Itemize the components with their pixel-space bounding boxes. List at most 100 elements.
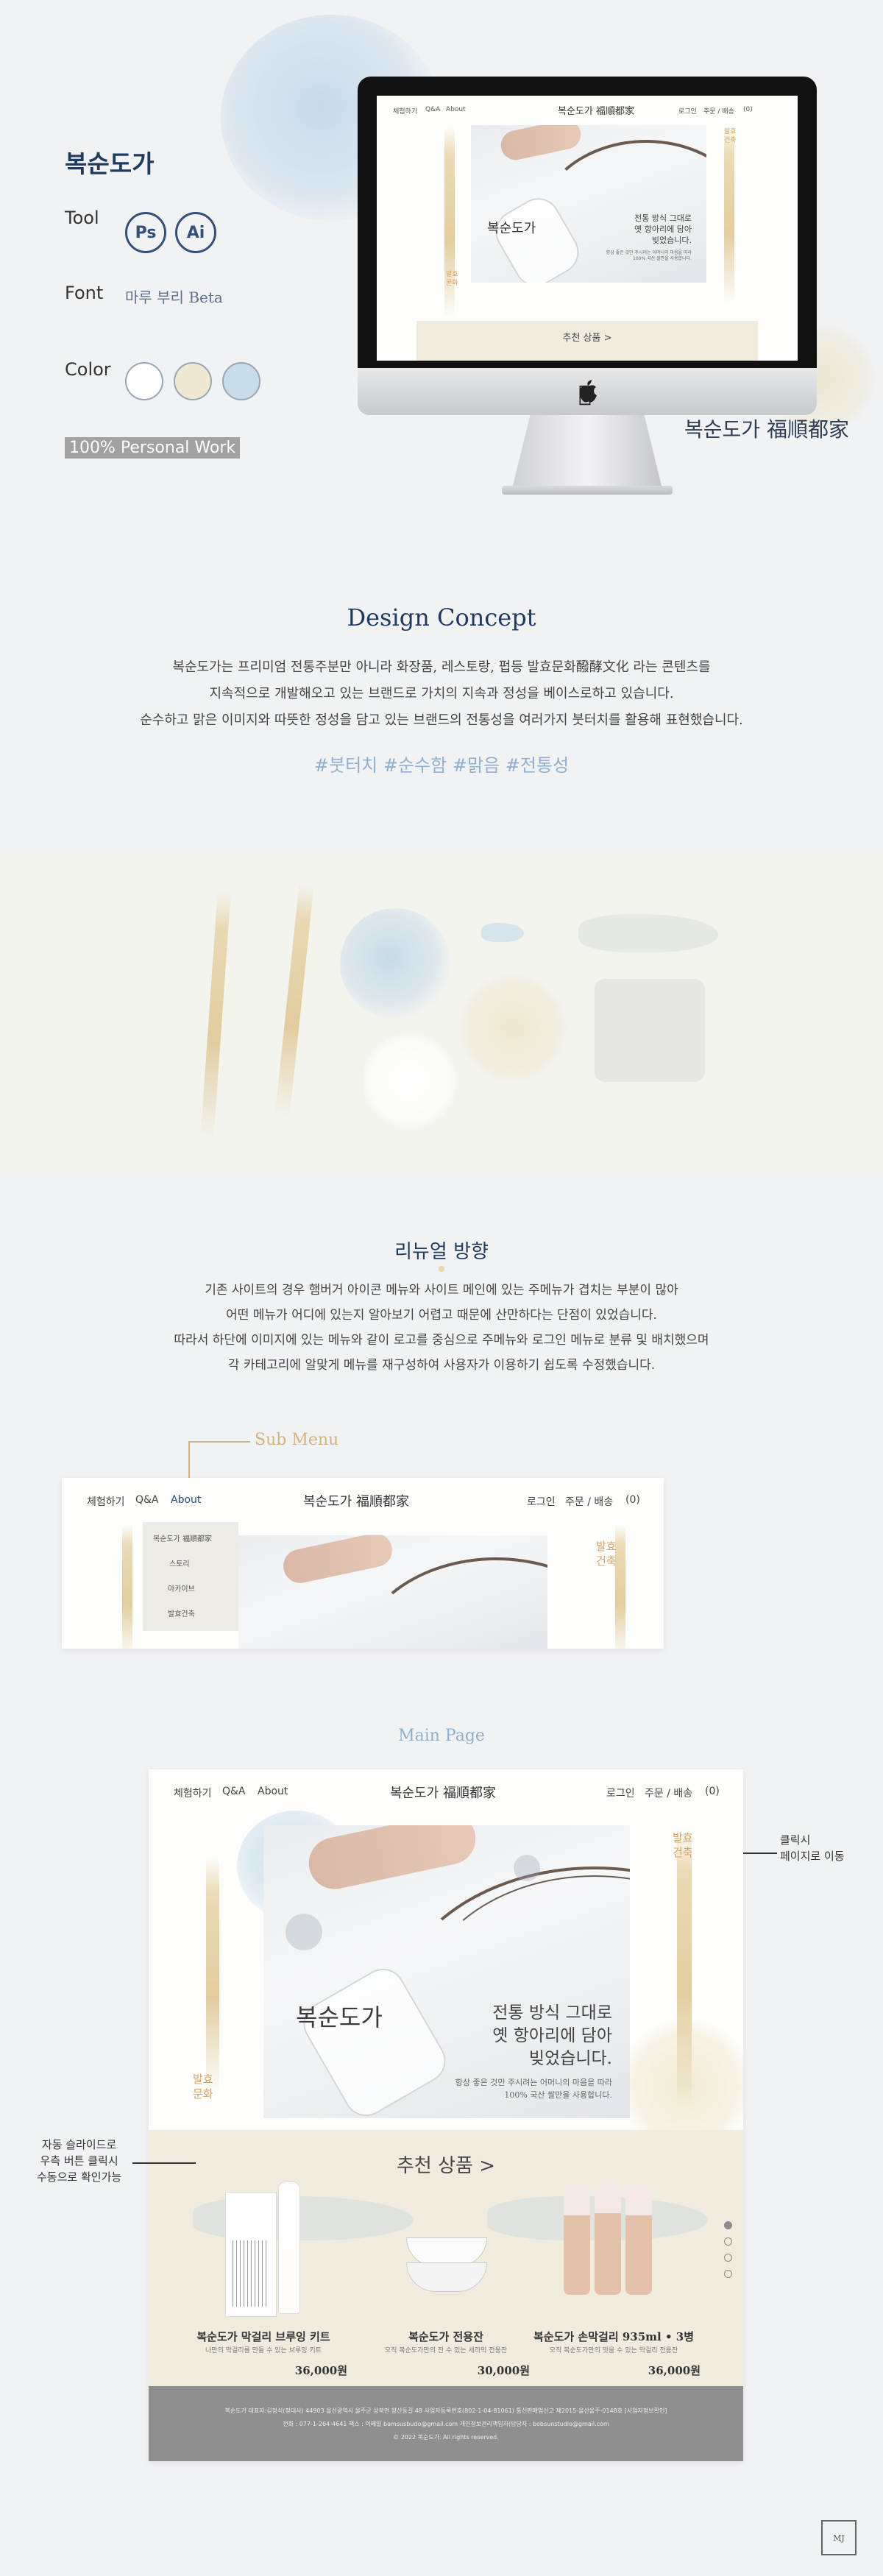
main-brand-logo[interactable]: 복순도가 福順都家 bbox=[390, 1783, 496, 1802]
imac-rec-button[interactable]: 추천 상품 > bbox=[416, 330, 758, 344]
texture-gray-stroke bbox=[578, 914, 718, 952]
imac-screen: 체험하기 Q&A About 복순도가 福順都家 로그인 주문 / 배송 (0)… bbox=[377, 96, 798, 361]
submenu-pour-stream bbox=[356, 1557, 547, 1649]
submenu-hero-arm bbox=[280, 1535, 396, 1587]
color-swatch-blue bbox=[222, 362, 260, 400]
product-3-bottle-image-1[interactable] bbox=[564, 2184, 590, 2295]
imac-nav-order[interactable]: 주문 / 배송 bbox=[703, 106, 734, 116]
product-1-price: 36,000원 bbox=[294, 2364, 347, 2377]
main-splash-2 bbox=[514, 1855, 540, 1881]
imac-nav-experience[interactable]: 체험하기 bbox=[393, 106, 417, 116]
product-1-desc: 나만의 막걸리를 만들 수 있는 브루잉 키트 bbox=[205, 2347, 322, 2354]
slider-dot-3[interactable] bbox=[724, 2254, 732, 2262]
imac-hero-small: 향상 좋은 것만 주시려는 어머니의 마음을 따라 100% 국산 쌀만을 사용… bbox=[606, 250, 692, 262]
main-vert-left[interactable]: 발효 문화 bbox=[193, 2073, 213, 2101]
main-nav-qna[interactable]: Q&A bbox=[222, 1786, 246, 1797]
submenu-brush-right bbox=[615, 1525, 625, 1649]
footer-copyright: © 2022 복순도가. All rights reserved. bbox=[393, 2434, 499, 2441]
dropdown-item-story[interactable]: 스토리 bbox=[169, 1557, 190, 1568]
dropdown-item-brand[interactable]: 복순도가 福順都家 bbox=[153, 1532, 212, 1543]
imac-vert-right[interactable]: 발효 건축 bbox=[724, 128, 737, 145]
renewal-line-3: 따라서 하단에 이미지에 있는 메뉴와 같이 로고를 중심으로 주메뉴와 로그인… bbox=[174, 1333, 709, 1348]
texture-band bbox=[0, 849, 883, 1173]
main-brush-right bbox=[677, 1828, 692, 2108]
submenu-mockup: 체험하기 Q&A About 복순도가 福順都家 로그인 주문 / 배송 (0)… bbox=[62, 1478, 664, 1649]
product-1-bottle-image bbox=[278, 2182, 300, 2314]
submenu-nav-qna[interactable]: Q&A bbox=[135, 1494, 159, 1506]
apple-logo-shape-icon bbox=[579, 380, 597, 403]
slider-dot-4[interactable] bbox=[724, 2270, 732, 2278]
tool-label: Tool bbox=[65, 208, 99, 228]
designer-stamp-logo: MJ bbox=[821, 2520, 857, 2555]
concept-hashtags: #붓터치 #순수함 #맑음 #전통성 bbox=[313, 755, 570, 776]
main-page-label: Main Page bbox=[398, 1727, 485, 1745]
product-3-bottle-image-2 bbox=[595, 2182, 621, 2295]
concept-line-3: 순수하고 맑은 이미지와 따뜻한 정성을 담고 있는 브랜드의 전통성을 여러가… bbox=[140, 712, 743, 728]
main-nav-experience[interactable]: 체험하기 bbox=[174, 1786, 212, 1800]
site-footer: 복순도가 대표자:김정식(정대사) 44903 울산광역시 울주군 상북면 향산… bbox=[149, 2386, 743, 2461]
texture-watercolor-white bbox=[362, 1033, 458, 1129]
submenu-callout-h bbox=[188, 1441, 250, 1443]
main-nav-about[interactable]: About bbox=[258, 1786, 288, 1797]
main-nav-login[interactable]: 로그인 bbox=[606, 1786, 635, 1800]
submenu-brand-logo[interactable]: 복순도가 福順都家 bbox=[303, 1491, 409, 1510]
concept-line-1: 복순도가는 프리미엄 전통주분만 아니라 화장품, 레스토랑, 펍등 발효문화醱… bbox=[172, 659, 711, 675]
imac-nav-qna[interactable]: Q&A bbox=[425, 106, 440, 113]
texture-brush-2 bbox=[274, 882, 314, 1119]
product-2-price: 30,000원 bbox=[477, 2364, 530, 2377]
product-3-bottle-image-3 bbox=[625, 2184, 652, 2295]
main-brush-left bbox=[206, 1858, 219, 2093]
dropdown-item-archive[interactable]: 아카이브 bbox=[168, 1582, 195, 1593]
color-swatch-beige bbox=[174, 362, 212, 400]
texture-watercolor-blue bbox=[340, 908, 450, 1019]
renewal-line-1: 기존 사이트의 경우 햄버거 아이콘 메뉴와 사이트 메인에 있는 주메뉴가 겹… bbox=[205, 1283, 678, 1298]
submenu-nav-cart[interactable]: (0) bbox=[625, 1494, 640, 1506]
imac-brand-logo[interactable]: 복순도가 福順都家 bbox=[558, 103, 634, 117]
main-nav-order[interactable]: 주문 / 배송 bbox=[645, 1786, 692, 1800]
imac-nav-cart[interactable]: (0) bbox=[743, 106, 753, 113]
submenu-nav-order[interactable]: 주문 / 배송 bbox=[565, 1494, 613, 1509]
imac-vert-left[interactable]: 발효 문화 bbox=[446, 271, 458, 288]
product-2-cup-image-bottom bbox=[406, 2262, 487, 2292]
font-label: Font bbox=[65, 283, 104, 303]
imac-nav-about[interactable]: About bbox=[446, 106, 466, 113]
click-annotation-line bbox=[743, 1853, 777, 1854]
recommended-title[interactable]: 추천 상품 > bbox=[149, 2151, 743, 2178]
concept-line-2: 지속적으로 개발해오고 있는 브랜드로 가치의 지속과 정성을 베이스로하고 있… bbox=[209, 686, 674, 701]
submenu-label: Sub Menu bbox=[255, 1431, 339, 1449]
slide-annotation: 자동 슬라이드로 우측 버튼 클릭시 수동으로 확인가능 bbox=[37, 2138, 122, 2184]
photoshop-icon: Ps bbox=[125, 212, 166, 253]
product-2-desc: 오직 복순도가만의 잔 수 있는 세라믹 전용잔 bbox=[384, 2347, 508, 2354]
footer-line-2: 전화 : 077-1-264-4641 팩스 : 이메일 bamsusbudo@… bbox=[283, 2421, 609, 2427]
font-name: 마루 부리 Beta bbox=[125, 289, 223, 306]
renewal-line-2: 어떤 메뉴가 어디에 있는지 알아보기 어렵고 때문에 산만하다는 단점이 있었… bbox=[226, 1308, 657, 1323]
submenu-nav-experience[interactable]: 체험하기 bbox=[87, 1494, 125, 1509]
submenu-hero-photo bbox=[238, 1535, 547, 1649]
project-title: 복순도가 bbox=[65, 149, 155, 178]
dropdown-item-fermentation[interactable]: 발효건축 bbox=[168, 1607, 195, 1618]
slider-dot-1[interactable] bbox=[724, 2221, 732, 2229]
product-3-name[interactable]: 복순도가 손막걸리 935ml • 3병 bbox=[525, 2329, 702, 2344]
imac-hero-copy: 전통 방식 그대로 옛 항아리에 담아 빚었습니다. bbox=[634, 213, 692, 245]
product-2-name[interactable]: 복순도가 전용잔 bbox=[358, 2329, 534, 2344]
product-3-price: 36,000원 bbox=[648, 2364, 701, 2377]
imac-stand-foot bbox=[502, 486, 673, 495]
imac-hero-arm bbox=[498, 125, 584, 163]
main-vert-right[interactable]: 발효 건축 bbox=[673, 1831, 693, 1860]
imac-stand-neck bbox=[512, 415, 662, 489]
main-hero-photo bbox=[263, 1825, 630, 2118]
submenu-nav-about[interactable]: About bbox=[171, 1494, 201, 1506]
texture-blue-dab bbox=[481, 923, 524, 942]
slider-dot-2[interactable] bbox=[724, 2237, 732, 2246]
imac-brush-left bbox=[444, 127, 455, 318]
main-nav-cart[interactable]: (0) bbox=[705, 1786, 720, 1797]
imac-nav-login[interactable]: 로그인 bbox=[678, 106, 697, 116]
submenu-nav-login[interactable]: 로그인 bbox=[527, 1494, 556, 1509]
texture-watercolor-beige bbox=[458, 973, 568, 1083]
product-1-name[interactable]: 복순도가 막걸리 브루잉 키트 bbox=[175, 2329, 352, 2344]
click-annotation: 클릭시 페이지로 이동 bbox=[780, 1833, 845, 1863]
personal-work-badge: 100% Personal Work bbox=[65, 437, 241, 459]
submenu-vert-right[interactable]: 발효 건축 bbox=[596, 1540, 617, 1568]
product-1-grass-art bbox=[233, 2240, 269, 2307]
brand-signature: 복순도가 福順都家 bbox=[684, 417, 849, 442]
